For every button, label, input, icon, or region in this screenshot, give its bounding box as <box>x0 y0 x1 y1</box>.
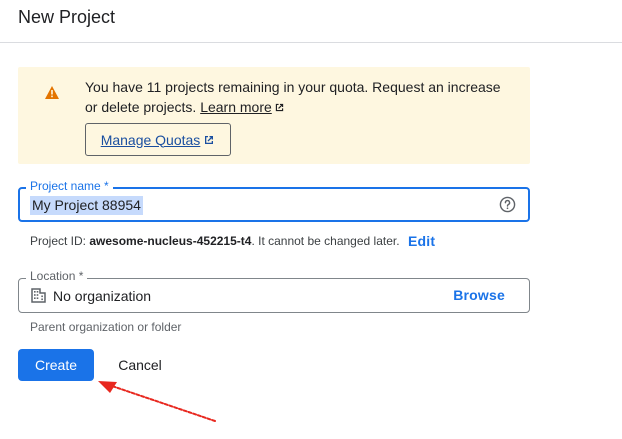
help-circle-icon[interactable] <box>499 196 516 213</box>
page-title: New Project <box>18 7 116 27</box>
project-name-value[interactable]: My Project 88954 <box>30 196 143 215</box>
building-icon <box>31 288 46 303</box>
warning-icon <box>45 86 59 99</box>
location-label: Location * <box>26 269 88 283</box>
learn-more-link[interactable]: Learn more <box>200 99 272 115</box>
external-link-icon <box>275 103 283 112</box>
dialog-header: New Project <box>0 0 622 43</box>
quota-warning-text: You have 11 projects remaining in your q… <box>85 79 501 115</box>
location-help-text: Parent organization or folder <box>30 320 182 334</box>
project-id-text: Project ID: awesome-nucleus-452215-t4. I… <box>30 234 400 248</box>
manage-quotas-button[interactable]: Manage Quotas <box>85 123 231 156</box>
external-link-icon <box>205 135 214 144</box>
browse-button[interactable]: Browse <box>453 287 505 303</box>
project-id-value: awesome-nucleus-452215-t4 <box>89 234 252 248</box>
quota-warning-message: You have 11 projects remaining in your q… <box>85 77 515 117</box>
manage-quotas-label: Manage Quotas <box>100 131 201 148</box>
project-id-suffix: . It cannot be changed later. <box>251 234 400 248</box>
location-field[interactable]: No organization Browse <box>18 278 530 313</box>
create-button[interactable]: Create <box>18 349 94 381</box>
annotation-arrow-icon <box>98 381 216 422</box>
location-value: No organization <box>53 288 152 304</box>
edit-project-id-link[interactable]: Edit <box>408 233 435 249</box>
project-name-label: Project name * <box>26 179 113 193</box>
quota-warning-banner: You have 11 projects remaining in your q… <box>18 67 530 164</box>
project-id-prefix: Project ID: <box>30 234 87 248</box>
